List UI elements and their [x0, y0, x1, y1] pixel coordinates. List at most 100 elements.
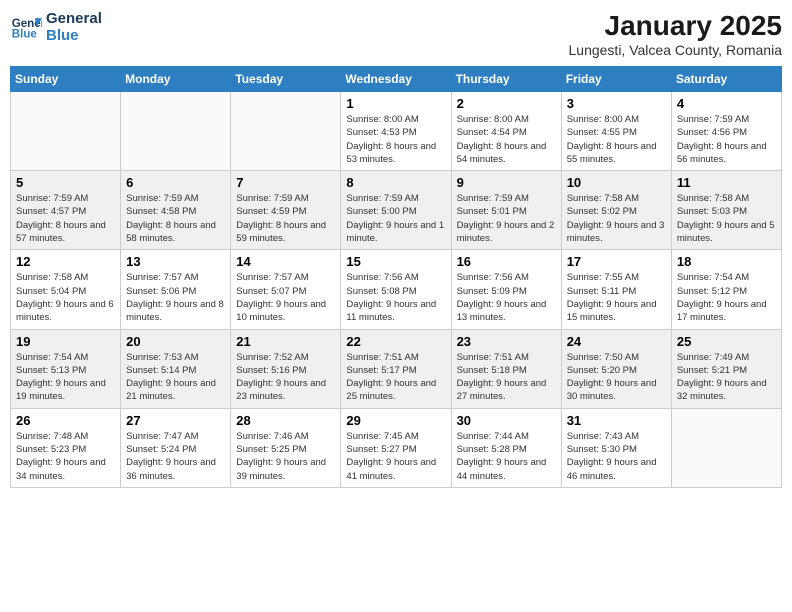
calendar-day-cell: 8 Sunrise: 7:59 AM Sunset: 5:00 PM Daylig…: [341, 171, 451, 250]
weekday-wednesday: Wednesday: [341, 67, 451, 92]
day-detail: Sunrise: 7:56 AM Sunset: 5:08 PM Dayligh…: [346, 271, 445, 324]
day-number: 6: [126, 175, 225, 190]
logo-icon: General Blue: [10, 11, 42, 43]
day-number: 20: [126, 334, 225, 349]
calendar-day-cell: 28 Sunrise: 7:46 AM Sunset: 5:25 PM Dayli…: [231, 408, 341, 487]
day-detail: Sunrise: 7:59 AM Sunset: 4:59 PM Dayligh…: [236, 192, 335, 245]
calendar-day-cell: 9 Sunrise: 7:59 AM Sunset: 5:01 PM Daylig…: [451, 171, 561, 250]
day-detail: Sunrise: 7:59 AM Sunset: 4:57 PM Dayligh…: [16, 192, 115, 245]
day-number: 14: [236, 254, 335, 269]
calendar-day-cell: 11Sunrise: 7:58 AM Sunset: 5:03 PM Dayli…: [671, 171, 781, 250]
weekday-friday: Friday: [561, 67, 671, 92]
calendar-day-cell: 13Sunrise: 7:57 AM Sunset: 5:06 PM Dayli…: [121, 250, 231, 329]
weekday-tuesday: Tuesday: [231, 67, 341, 92]
calendar-day-cell: 15 Sunrise: 7:56 AM Sunset: 5:08 PM Dayli…: [341, 250, 451, 329]
calendar-day-cell: 7 Sunrise: 7:59 AM Sunset: 4:59 PM Daylig…: [231, 171, 341, 250]
day-number: 15: [346, 254, 445, 269]
calendar-day-cell: 4 Sunrise: 7:59 AM Sunset: 4:56 PM Daylig…: [671, 92, 781, 171]
calendar-day-cell: 19Sunrise: 7:54 AM Sunset: 5:13 PM Dayli…: [11, 329, 121, 408]
day-detail: Sunrise: 7:44 AM Sunset: 5:28 PM Dayligh…: [457, 430, 556, 483]
weekday-sunday: Sunday: [11, 67, 121, 92]
day-detail: Sunrise: 7:57 AM Sunset: 5:07 PM Dayligh…: [236, 271, 335, 324]
calendar-day-cell: 10 Sunrise: 7:58 AM Sunset: 5:02 PM Dayli…: [561, 171, 671, 250]
day-detail: Sunrise: 7:51 AM Sunset: 5:17 PM Dayligh…: [346, 351, 445, 404]
calendar-day-cell: 30 Sunrise: 7:44 AM Sunset: 5:28 PM Dayli…: [451, 408, 561, 487]
calendar-day-cell: 31 Sunrise: 7:43 AM Sunset: 5:30 PM Dayli…: [561, 408, 671, 487]
calendar-day-cell: 6 Sunrise: 7:59 AM Sunset: 4:58 PM Daylig…: [121, 171, 231, 250]
day-detail: Sunrise: 7:46 AM Sunset: 5:25 PM Dayligh…: [236, 430, 335, 483]
day-number: 27: [126, 413, 225, 428]
day-detail: Sunrise: 7:45 AM Sunset: 5:27 PM Dayligh…: [346, 430, 445, 483]
day-number: 4: [677, 96, 776, 111]
day-number: 10: [567, 175, 666, 190]
day-number: 18: [677, 254, 776, 269]
calendar-day-cell: [231, 92, 341, 171]
logo: General Blue General Blue: [10, 10, 102, 44]
calendar-subtitle: Lungesti, Valcea County, Romania: [569, 42, 783, 58]
calendar-day-cell: 18 Sunrise: 7:54 AM Sunset: 5:12 PM Dayli…: [671, 250, 781, 329]
calendar-day-cell: 5 Sunrise: 7:59 AM Sunset: 4:57 PM Daylig…: [11, 171, 121, 250]
calendar-day-cell: 1Sunrise: 8:00 AM Sunset: 4:53 PM Daylig…: [341, 92, 451, 171]
calendar-day-cell: 2 Sunrise: 8:00 AM Sunset: 4:54 PM Daylig…: [451, 92, 561, 171]
day-detail: Sunrise: 7:50 AM Sunset: 5:20 PM Dayligh…: [567, 351, 666, 404]
weekday-thursday: Thursday: [451, 67, 561, 92]
calendar-week-row: 26 Sunrise: 7:48 AM Sunset: 5:23 PM Dayli…: [11, 408, 782, 487]
day-number: 3: [567, 96, 666, 111]
title-area: January 2025 Lungesti, Valcea County, Ro…: [569, 10, 783, 58]
day-detail: Sunrise: 7:59 AM Sunset: 4:56 PM Dayligh…: [677, 113, 776, 166]
day-number: 7: [236, 175, 335, 190]
day-detail: Sunrise: 7:47 AM Sunset: 5:24 PM Dayligh…: [126, 430, 225, 483]
day-detail: Sunrise: 8:00 AM Sunset: 4:55 PM Dayligh…: [567, 113, 666, 166]
day-number: 9: [457, 175, 556, 190]
day-detail: Sunrise: 7:53 AM Sunset: 5:14 PM Dayligh…: [126, 351, 225, 404]
calendar-day-cell: 27 Sunrise: 7:47 AM Sunset: 5:24 PM Dayli…: [121, 408, 231, 487]
day-number: 17: [567, 254, 666, 269]
calendar-week-row: 19Sunrise: 7:54 AM Sunset: 5:13 PM Dayli…: [11, 329, 782, 408]
day-detail: Sunrise: 7:58 AM Sunset: 5:02 PM Dayligh…: [567, 192, 666, 245]
day-number: 26: [16, 413, 115, 428]
day-number: 30: [457, 413, 556, 428]
day-detail: Sunrise: 7:59 AM Sunset: 5:01 PM Dayligh…: [457, 192, 556, 245]
day-detail: Sunrise: 7:43 AM Sunset: 5:30 PM Dayligh…: [567, 430, 666, 483]
calendar-week-row: 1Sunrise: 8:00 AM Sunset: 4:53 PM Daylig…: [11, 92, 782, 171]
day-number: 2: [457, 96, 556, 111]
calendar-day-cell: 20 Sunrise: 7:53 AM Sunset: 5:14 PM Dayli…: [121, 329, 231, 408]
day-detail: Sunrise: 7:54 AM Sunset: 5:12 PM Dayligh…: [677, 271, 776, 324]
day-detail: Sunrise: 7:59 AM Sunset: 4:58 PM Dayligh…: [126, 192, 225, 245]
day-number: 1: [346, 96, 445, 111]
day-number: 29: [346, 413, 445, 428]
calendar-week-row: 5 Sunrise: 7:59 AM Sunset: 4:57 PM Daylig…: [11, 171, 782, 250]
day-number: 23: [457, 334, 556, 349]
day-detail: Sunrise: 7:58 AM Sunset: 5:04 PM Dayligh…: [16, 271, 115, 324]
day-number: 12: [16, 254, 115, 269]
day-number: 16: [457, 254, 556, 269]
day-number: 22: [346, 334, 445, 349]
day-detail: Sunrise: 7:52 AM Sunset: 5:16 PM Dayligh…: [236, 351, 335, 404]
day-detail: Sunrise: 7:59 AM Sunset: 5:00 PM Dayligh…: [346, 192, 445, 245]
calendar-day-cell: 12 Sunrise: 7:58 AM Sunset: 5:04 PM Dayli…: [11, 250, 121, 329]
logo-text-general: General: [46, 10, 102, 27]
weekday-monday: Monday: [121, 67, 231, 92]
calendar-table: SundayMondayTuesdayWednesdayThursdayFrid…: [10, 66, 782, 488]
day-number: 25: [677, 334, 776, 349]
weekday-header-row: SundayMondayTuesdayWednesdayThursdayFrid…: [11, 67, 782, 92]
day-number: 5: [16, 175, 115, 190]
day-detail: Sunrise: 7:51 AM Sunset: 5:18 PM Dayligh…: [457, 351, 556, 404]
day-number: 11: [677, 175, 776, 190]
calendar-day-cell: 3 Sunrise: 8:00 AM Sunset: 4:55 PM Daylig…: [561, 92, 671, 171]
calendar-day-cell: [121, 92, 231, 171]
calendar-day-cell: 25Sunrise: 7:49 AM Sunset: 5:21 PM Dayli…: [671, 329, 781, 408]
day-detail: Sunrise: 7:48 AM Sunset: 5:23 PM Dayligh…: [16, 430, 115, 483]
day-number: 8: [346, 175, 445, 190]
day-number: 28: [236, 413, 335, 428]
calendar-day-cell: 14 Sunrise: 7:57 AM Sunset: 5:07 PM Dayli…: [231, 250, 341, 329]
day-detail: Sunrise: 8:00 AM Sunset: 4:54 PM Dayligh…: [457, 113, 556, 166]
day-number: 13: [126, 254, 225, 269]
logo-text-blue: Blue: [46, 27, 102, 44]
day-number: 21: [236, 334, 335, 349]
calendar-day-cell: [671, 408, 781, 487]
calendar-day-cell: 16Sunrise: 7:56 AM Sunset: 5:09 PM Dayli…: [451, 250, 561, 329]
day-detail: Sunrise: 7:55 AM Sunset: 5:11 PM Dayligh…: [567, 271, 666, 324]
day-number: 24: [567, 334, 666, 349]
day-number: 31: [567, 413, 666, 428]
